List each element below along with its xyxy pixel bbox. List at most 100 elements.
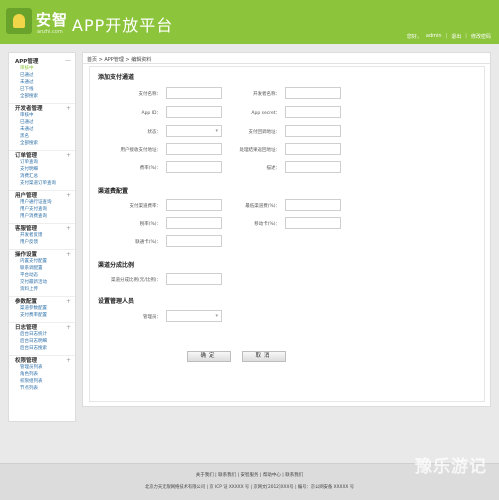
sidebar-group-header[interactable]: APP管理 — — [9, 56, 75, 65]
desc-label: 描述： — [266, 166, 281, 171]
sidebar-item[interactable]: 消费汇总 — [9, 173, 75, 180]
confirm-button[interactable]: 确定 — [187, 351, 231, 362]
expand-icon[interactable]: + — [66, 298, 71, 305]
dev-name-input[interactable] — [285, 87, 341, 99]
expand-icon[interactable]: + — [66, 324, 71, 331]
sidebar-item[interactable]: 用户反馈 — [9, 239, 75, 246]
expand-icon[interactable]: + — [66, 251, 71, 258]
app-id-input[interactable] — [166, 106, 222, 118]
sidebar-group-header[interactable]: 日志管理 + — [9, 322, 75, 331]
watermark-logo: 豫乐游记 — [415, 457, 487, 477]
expand-icon[interactable]: + — [66, 105, 71, 112]
notify-url-input[interactable] — [285, 125, 341, 137]
sidebar-item[interactable]: 交付最新活动 — [9, 279, 75, 286]
sidebar-item[interactable]: 未通过 — [9, 126, 75, 133]
sidebar-group-title: 订单管理 — [15, 153, 38, 159]
sidebar-item[interactable]: 用户通行证查询 — [9, 199, 75, 206]
sidebar-nav: APP管理 — 审核中 已通过 未通过 已下线 全部搜索 开发者管理 + 审核中 已通过 未通过 黑名全… — [8, 52, 76, 422]
other-rate-input[interactable] — [285, 217, 341, 229]
sidebar-item[interactable]: 资料上传 — [9, 286, 75, 293]
section-title-channel-fee: 渠道费配置 — [98, 188, 129, 195]
sidebar-item[interactable]: 全部搜索 — [9, 140, 75, 147]
anzhi-logo-icon — [6, 8, 32, 34]
sidebar-group: 日志管理 + 后台日志统计 后台日志明细 后台日志搜索 — [9, 322, 75, 352]
sidebar-item[interactable]: 未通过 — [9, 79, 75, 86]
app-secret-input[interactable] — [285, 106, 341, 118]
cancel-button[interactable]: 取消 — [242, 351, 286, 362]
collapse-icon[interactable]: — — [65, 57, 71, 64]
pay-name-input[interactable] — [166, 87, 222, 99]
manager-label: 管理员： — [143, 315, 161, 320]
status-select[interactable] — [166, 125, 222, 137]
sidebar-group-header[interactable]: 操作设置 + — [9, 249, 75, 258]
username-link[interactable]: admin — [426, 33, 442, 40]
sidebar-item[interactable]: 订单查询 — [9, 159, 75, 166]
sidebar-group-header[interactable]: 客服管理 + — [9, 223, 75, 232]
sidebar-item[interactable]: 开发者反馈 — [9, 232, 75, 239]
tax-rate-input[interactable] — [166, 217, 222, 229]
sidebar-item[interactable]: 审核中 — [9, 112, 75, 119]
sidebar-item[interactable]: 用户消费查询 — [9, 213, 75, 220]
rate-input[interactable] — [166, 161, 222, 173]
divider — [83, 63, 490, 64]
manager-select[interactable] — [166, 310, 222, 322]
channel-fee-input[interactable] — [166, 199, 222, 211]
notify-url-label: 支付回调地址： — [248, 130, 281, 135]
sidebar-item[interactable]: 节点列表 — [9, 385, 75, 392]
sidebar-item[interactable]: 全部搜索 — [9, 93, 75, 100]
expand-icon[interactable]: + — [66, 357, 71, 364]
tax-rate-label: 税率(%)： — [139, 222, 161, 227]
sidebar-item[interactable]: 已通过 — [9, 72, 75, 79]
sidebar-item[interactable]: 审核中 — [9, 65, 75, 72]
expand-icon[interactable]: + — [66, 192, 71, 199]
greeting-text: 您好， — [406, 34, 422, 40]
sidebar-item[interactable]: 权限组列表 — [9, 378, 75, 385]
sidebar-group-title: 参数配置 — [15, 299, 38, 305]
sidebar-group-header[interactable]: 用户管理 + — [9, 190, 75, 199]
desc-input[interactable] — [285, 161, 341, 173]
sidebar-group: 操作设置 + 内置支付配置 联系调配置 平台动态 交付最新活动 资料上传 — [9, 249, 75, 293]
pay-name-label: 支付名称： — [138, 92, 162, 97]
sidebar-group-header[interactable]: 权限管理 + — [9, 355, 75, 364]
split-input[interactable] — [166, 273, 222, 285]
result-url-label: 处理结果返回地址： — [239, 148, 281, 153]
expand-icon[interactable]: + — [66, 152, 71, 159]
result-url-input[interactable] — [285, 143, 341, 155]
sidebar-item[interactable]: 后台日志搜索 — [9, 345, 75, 352]
sidebar-item[interactable]: 联系调配置 — [9, 265, 75, 272]
sidebar-item[interactable]: 已通过 — [9, 119, 75, 126]
sidebar-item[interactable]: 角色列表 — [9, 371, 75, 378]
sidebar-item[interactable]: 黑名 — [9, 133, 75, 140]
divider: | — [445, 33, 448, 39]
sidebar-group: 客服管理 + 开发者反馈 用户反馈 — [9, 223, 75, 246]
sidebar-item[interactable]: 后台日志明细 — [9, 338, 75, 345]
sidebar-item[interactable]: 内置支付配置 — [9, 258, 75, 265]
sidebar-item[interactable]: 已下线 — [9, 86, 75, 93]
sidebar-item[interactable]: 支付费率配置 — [9, 312, 75, 319]
main-panel: 首页 > APP管理 > 编辑资料 添加支付通道 支付名称： 开发者名称： Ap… — [82, 52, 491, 407]
sidebar-group: 开发者管理 + 审核中 已通过 未通过 黑名 全部搜索 — [9, 103, 75, 147]
sidebar-group-header[interactable]: 参数配置 + — [9, 296, 75, 305]
callback-url-input[interactable] — [166, 143, 222, 155]
fee-cap-label: 最低渠道费(%)： — [245, 204, 280, 209]
sidebar-item[interactable]: 支付渠道订单查询 — [9, 180, 75, 187]
sidebar-group-header[interactable]: 订单管理 + — [9, 150, 75, 159]
top-header: 安智 anzhi.com APP开放平台 您好， admin | 退出 | 修改… — [0, 0, 499, 44]
divider: | — [465, 33, 467, 39]
sidebar-item[interactable]: 支付明细 — [9, 166, 75, 173]
sidebar-item[interactable]: 管理员列表 — [9, 364, 75, 371]
expand-icon[interactable]: + — [66, 225, 71, 232]
change-password-link[interactable]: 修改密码 — [471, 33, 491, 40]
sidebar-item[interactable]: 后台日志统计 — [9, 331, 75, 338]
sidebar-item[interactable]: 平台动态 — [9, 272, 75, 279]
logout-link[interactable]: 退出 — [451, 33, 461, 40]
fee-cap-input[interactable] — [285, 199, 341, 211]
callback-url-label: 用户接收支付地址： — [120, 148, 162, 153]
extra-rate-input[interactable] — [166, 235, 222, 247]
sidebar-group-title: APP管理 — [15, 58, 39, 65]
platform-title: APP开放平台 — [72, 16, 174, 35]
sidebar-item[interactable]: 用户支付查询 — [9, 206, 75, 213]
section-title-payment: 添加支付通道 — [98, 74, 135, 81]
sidebar-group-header[interactable]: 开发者管理 + — [9, 103, 75, 112]
sidebar-item[interactable]: 渠道参数配置 — [9, 305, 75, 312]
